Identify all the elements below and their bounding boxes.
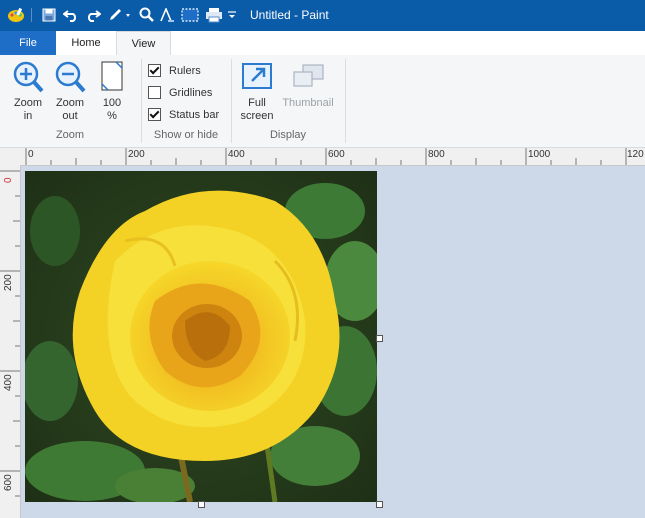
zoom-out-label: Zoom out xyxy=(55,97,85,122)
gridlines-check-box[interactable] xyxy=(148,86,161,99)
zoom-100-button[interactable]: 100 % xyxy=(92,59,132,123)
display-group-label: Display xyxy=(269,129,307,141)
status-bar-label: Status bar xyxy=(169,108,220,121)
ruler-label: 600 xyxy=(3,474,14,491)
thumbnail-button[interactable]: Thumbnail xyxy=(279,59,337,110)
resize-handle-bottom[interactable] xyxy=(198,501,205,508)
tab-home[interactable]: Home xyxy=(56,31,116,55)
save-icon[interactable] xyxy=(40,6,58,24)
show-hide-group-label: Show or hide xyxy=(153,129,219,141)
magnifier-icon[interactable] xyxy=(138,6,156,24)
status-bar-checkbox[interactable]: Status bar xyxy=(148,108,219,121)
pencil-icon[interactable] xyxy=(106,6,134,24)
customize-dropdown-icon[interactable] xyxy=(226,6,238,24)
rose-image xyxy=(25,171,377,502)
zoom-out-icon xyxy=(50,59,90,97)
paint-app-icon[interactable] xyxy=(6,6,26,24)
gridlines-label: Gridlines xyxy=(169,86,213,99)
select-icon[interactable] xyxy=(180,6,200,24)
zoom-group-label: Zoom xyxy=(55,129,85,141)
window-title: Untitled - Paint xyxy=(250,8,329,22)
tab-view[interactable]: View xyxy=(116,31,171,57)
zoom-in-label: Zoom in xyxy=(13,97,43,122)
ribbon-tabs: File Home View xyxy=(0,31,645,57)
ruler-label: 800 xyxy=(428,149,445,160)
full-screen-icon xyxy=(236,59,278,97)
vertical-ruler: 0 200 400 600 xyxy=(0,165,21,518)
canvas-image[interactable] xyxy=(25,171,377,502)
ruler-label: 400 xyxy=(3,374,14,391)
ruler-label: 0 xyxy=(28,149,34,160)
ruler-corner xyxy=(0,148,20,165)
zoom-out-button[interactable]: Zoom out xyxy=(50,59,90,123)
rulers-check-box[interactable] xyxy=(148,64,161,77)
ruler-label: 200 xyxy=(3,274,14,291)
ruler-label: 200 xyxy=(128,149,145,160)
ribbon-view: Zoom in Zoom out 100 % Zoom Rulers Gridl… xyxy=(0,55,645,148)
thumbnail-icon xyxy=(279,59,337,97)
rulers-checkbox[interactable]: Rulers xyxy=(148,64,201,77)
zoom-in-icon xyxy=(8,59,48,97)
gridlines-checkbox[interactable]: Gridlines xyxy=(148,86,212,99)
ruler-label: 600 xyxy=(328,149,345,160)
thumbnail-label: Thumbnail xyxy=(282,97,334,109)
undo-icon[interactable] xyxy=(62,6,80,24)
status-bar-check-box[interactable] xyxy=(148,108,161,121)
ruler-label: 400 xyxy=(228,149,245,160)
ruler-label: 1000 xyxy=(528,149,551,160)
tab-file[interactable]: File xyxy=(0,31,56,55)
vertical-ruler-ticks xyxy=(0,170,20,497)
text-icon[interactable] xyxy=(158,6,176,24)
redo-icon[interactable] xyxy=(84,6,102,24)
ruler-label: 0 xyxy=(3,177,14,183)
zoom-in-button[interactable]: Zoom in xyxy=(8,59,48,123)
horizontal-ruler: 0 200 400 600 800 1000 120 xyxy=(20,148,645,166)
resize-handle-right[interactable] xyxy=(376,335,383,342)
rulers-label: Rulers xyxy=(169,64,201,77)
resize-handle-corner[interactable] xyxy=(376,501,383,508)
page-100-icon xyxy=(92,59,132,97)
ruler-label: 120 xyxy=(627,149,644,160)
zoom-100-label: 100 % xyxy=(102,97,122,122)
ribbon-separator xyxy=(345,59,346,143)
full-screen-button[interactable]: Full screen xyxy=(236,59,278,123)
print-icon[interactable] xyxy=(204,6,224,24)
title-bar: Untitled - Paint xyxy=(0,0,645,31)
full-screen-label: Full screen xyxy=(240,97,274,122)
